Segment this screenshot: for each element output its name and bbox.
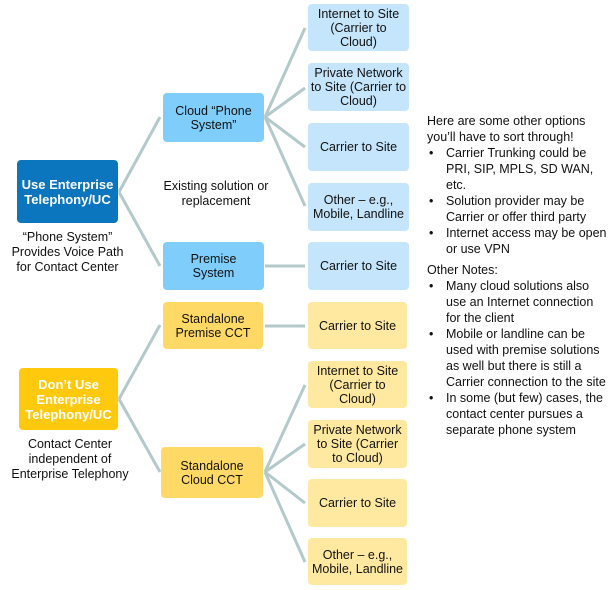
list-item: Carrier Trunking could be PRI, SIP, MPLS… — [427, 145, 607, 193]
leaf-node: Carrier to Site — [308, 479, 407, 527]
leaf-node: Private Network to Site (Carrier to Clou… — [308, 420, 407, 468]
list-item: Solution provider may be Carrier or offe… — [427, 193, 607, 225]
premise-system-node: Premise System — [163, 242, 264, 290]
other-notes-list: Many cloud solutions also use an Interne… — [427, 278, 607, 438]
standalone-premise-node: Standalone Premise CCT — [163, 302, 263, 349]
connector — [263, 471, 307, 563]
list-item: Many cloud solutions also use an Interne… — [427, 278, 607, 326]
leaf-node: Carrier to Site — [308, 242, 409, 290]
list-item: In some (but few) cases, the contact cen… — [427, 390, 607, 438]
notes-intro: Here are some other options you’ll have … — [427, 114, 586, 144]
enterprise-caption: “Phone System” Provides Voice Path for C… — [11, 230, 124, 274]
leaf-node: Private Network to Site (Carrier to Clou… — [308, 63, 409, 111]
cloud-phone-system-node: Cloud “Phone System” — [163, 93, 264, 142]
leaf-node: Carrier to Site — [308, 123, 409, 171]
standalone-cloud-node: Standalone Cloud CCT — [161, 447, 263, 498]
connector — [117, 324, 162, 400]
leaf-node: Internet to Site (Carrier to Cloud) — [308, 361, 407, 408]
middle-label: Existing solution or replacement — [163, 179, 269, 208]
connector — [117, 116, 162, 193]
leaf-node: Other – e.g., Mobile, Landline — [308, 538, 407, 585]
other-notes-heading: Other Notes: — [427, 263, 498, 277]
notes-panel: Here are some other options you’ll have … — [427, 113, 607, 438]
options-list: Carrier Trunking could be PRI, SIP, MPLS… — [427, 145, 607, 257]
leaf-node: Other – e.g., Mobile, Landline — [308, 183, 409, 231]
list-item: Mobile or landline can be used with prem… — [427, 326, 607, 390]
standalone-caption: Contact Center independent of Enterprise… — [11, 437, 129, 481]
list-item: Internet access may be open or use VPN — [427, 225, 607, 257]
enterprise-root-node: Use Enterprise Telephony/UC — [17, 160, 118, 223]
leaf-node: Internet to Site (Carrier to Cloud) — [308, 4, 409, 51]
standalone-root-node: Don’t Use Enterprise Telephony/UC — [19, 368, 118, 430]
leaf-node: Carrier to Site — [308, 302, 407, 349]
